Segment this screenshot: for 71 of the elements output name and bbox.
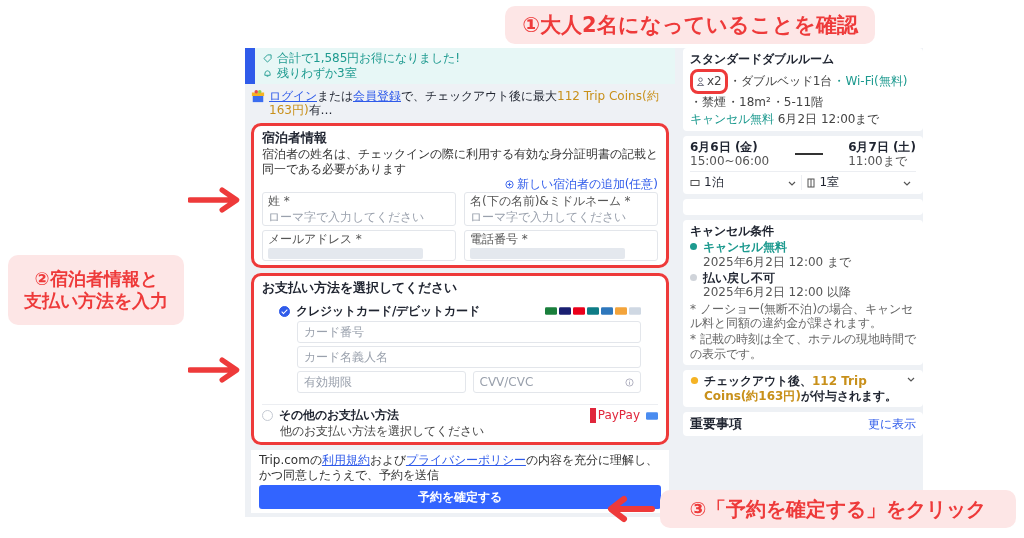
- coins-text: チェックアウト後、112 Trip Coins(約163円)が付与されます。: [704, 374, 898, 404]
- bell-icon: [263, 69, 272, 79]
- callout-text: ②宿泊者情報と: [34, 268, 158, 290]
- add-guest-link[interactable]: 新しい宿泊者の追加(任意): [504, 176, 658, 192]
- checkin-date: 6月6日 (金): [690, 139, 759, 154]
- policy-note: * 記載の時刻は全て、ホテルの現地時間での表示です。: [690, 332, 916, 362]
- guest-note: 宿泊者の姓名は、チェックインの際に利用する有効な身分証明書の記載と同一である必要があります: [262, 147, 658, 176]
- radio-button[interactable]: [279, 305, 290, 317]
- callout-note: ①大人2名になっていることを確認: [505, 6, 875, 44]
- policy-note: * ノーショー(無断不泊)の場合、キャンセル料と同額の違約金が課されます。: [690, 301, 915, 331]
- policy-time: 2025年6月2日 12:00 まで: [703, 254, 852, 269]
- wallet-icon: [646, 411, 658, 420]
- input-field[interactable]: 姓 * ローマ字で入力してください: [262, 192, 456, 227]
- payment-method-label[interactable]: その他のお支払い方法: [279, 408, 584, 423]
- input-field[interactable]: 名(下の名前)&ミドルネーム * ローマ字で入力してください: [464, 192, 658, 227]
- card-brand-icon: [587, 307, 599, 316]
- tag-icon: [263, 53, 272, 63]
- input-field[interactable]: メールアドレス *: [262, 230, 456, 261]
- plus-icon: [504, 179, 514, 189]
- person-icon: [696, 77, 705, 87]
- room-detail: ・禁煙: [690, 94, 726, 110]
- cancel-deadline: 6月2日 12:00まで: [777, 112, 880, 127]
- room-name: スタンダードダブルルーム: [690, 52, 835, 67]
- section-title: 宿泊者情報: [262, 129, 328, 146]
- card-brand-icon: [559, 307, 571, 316]
- callout-note: ③「予約を確定する」をクリック: [660, 490, 1016, 528]
- room-detail: ・Wi-Fi(無料): [833, 74, 908, 89]
- rooms-select[interactable]: 1室: [800, 175, 916, 190]
- notices-title: 重要事項: [690, 416, 742, 432]
- policy-label: 払い戻し不可: [703, 270, 776, 286]
- guest-count: x2: [690, 69, 728, 94]
- coin-icon: [690, 376, 699, 386]
- cancellation-title: キャンセル条件: [690, 223, 775, 239]
- checkin-time: 15:00~06:00: [690, 153, 770, 169]
- info-icon: [625, 378, 634, 387]
- checkout-time: 11:00まで: [848, 153, 908, 169]
- terms-text: Trip.comの利用規約およびプライバシーポリシーの内容を充分に理解し、かつ同意したうえで、予約を送信: [259, 453, 659, 483]
- card-brand-icon: [573, 307, 585, 316]
- card-brand-icon: [601, 307, 613, 316]
- login-prompt: ログイン または会員登録で、チェックアウト後に最大112 Trip Coins(約163円)有…: [269, 88, 660, 118]
- confirm-booking-button[interactable]: 予約を確定する: [259, 485, 661, 510]
- nights-select[interactable]: 1泊: [690, 175, 801, 190]
- room-detail: ・ダブルベッド1台: [728, 74, 833, 89]
- card-brand-icon: [545, 307, 557, 316]
- room-detail: ・5-11階: [771, 94, 823, 110]
- arrow-icon: [188, 355, 242, 385]
- policy-label: キャンセル無料: [703, 240, 788, 255]
- register-link[interactable]: 会員登録: [353, 88, 401, 103]
- terms-link[interactable]: 利用規約: [321, 453, 370, 468]
- privacy-link[interactable]: プライバシーポリシー: [405, 453, 526, 468]
- banner-text: 残りわずか3室: [277, 66, 357, 81]
- arrow-icon: [188, 185, 242, 215]
- gift-icon: [251, 88, 265, 103]
- show-more-link[interactable]: 更に表示: [868, 416, 916, 431]
- callout-text: 支払い方法を入力: [24, 290, 168, 312]
- door-icon: [805, 177, 816, 188]
- input-field[interactable]: 電話番号 *: [464, 230, 658, 261]
- banner-text: 合計で1,585円お得になりました!: [277, 51, 461, 66]
- method-note: 他のお支払い方法を選択してください: [280, 423, 485, 439]
- wallet-badge: PayPay: [589, 408, 640, 423]
- room-detail: ・18m²: [727, 94, 771, 110]
- checkout-date: 6月7日 (土): [848, 139, 916, 154]
- cancel-label: キャンセル無料: [690, 112, 774, 127]
- payment-method-label[interactable]: クレジットカード/デビットカード: [296, 304, 539, 319]
- section-title: お支払い方法を選択してください: [262, 279, 458, 296]
- login-link[interactable]: ログイン: [269, 88, 317, 103]
- policy-time: 2025年6月2日 12:00 以降: [703, 285, 852, 300]
- bed-icon: [690, 177, 700, 188]
- arrow-icon: [606, 494, 656, 524]
- card-brand-icon: [629, 307, 641, 316]
- card-brand-icon: [615, 307, 627, 316]
